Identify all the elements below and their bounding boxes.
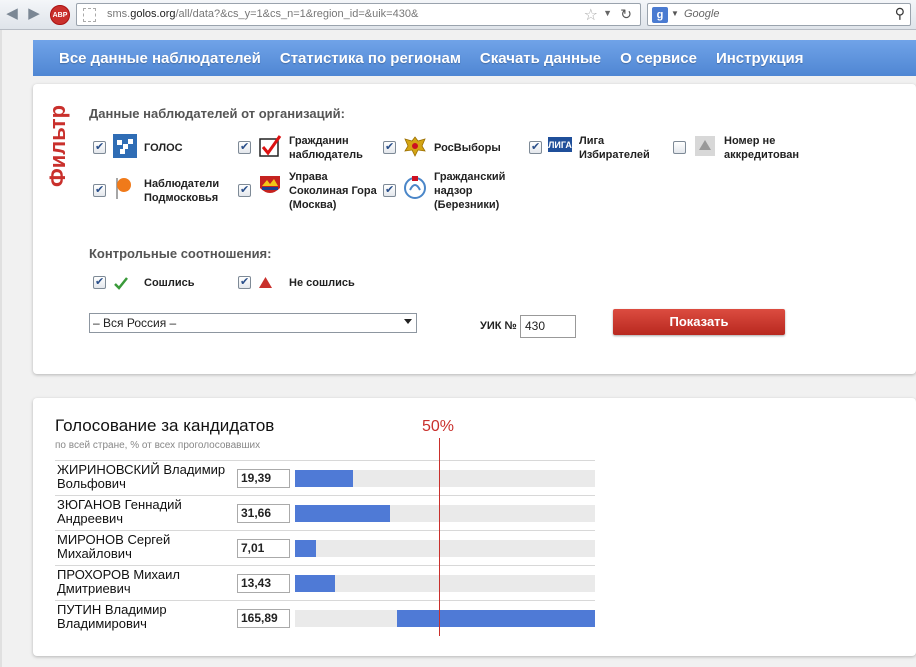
org-label-citizen-observer: Гражданин наблюдатель xyxy=(289,135,363,161)
checkbox-liga[interactable] xyxy=(529,140,542,154)
checkbox-matched[interactable] xyxy=(93,275,106,289)
reload-icon[interactable]: ↻ xyxy=(620,6,632,23)
checkbox-not-matched[interactable] xyxy=(238,275,251,289)
candidate-bar xyxy=(397,610,595,627)
nav-item-about[interactable]: О сервисе xyxy=(620,50,697,67)
nav-item-download[interactable]: Скачать данные xyxy=(480,50,601,67)
candidate-row: ПУТИН Владимир Владимирович 165,89 xyxy=(55,600,595,635)
candidate-bar-track xyxy=(295,610,595,627)
candidate-value: 13,43 xyxy=(237,574,290,593)
region-select-value: – Вся Россия – xyxy=(93,316,177,330)
google-icon[interactable]: g xyxy=(652,7,668,23)
org-label-rosvybory: РосВыборы xyxy=(434,142,501,154)
region-select[interactable]: – Вся Россия – xyxy=(89,313,417,333)
checkbox-civil-oversight[interactable] xyxy=(383,183,396,197)
orgs-section-label: Данные наблюдателей от организаций: xyxy=(89,106,345,121)
forward-arrow-icon[interactable]: ▶ xyxy=(26,6,42,22)
bookmark-star-icon[interactable]: ☆ xyxy=(584,5,598,25)
control-section-label: Контрольные соотношения: xyxy=(89,246,272,261)
checkbox-golos[interactable] xyxy=(93,140,106,154)
candidate-name: ПРОХОРОВ Михаил Дмитриевич xyxy=(57,567,180,596)
search-bar[interactable]: g ▼ Google ⚲ xyxy=(647,3,911,26)
candidate-row: ПРОХОРОВ Михаил Дмитриевич 13,43 xyxy=(55,565,595,600)
sokolinaya-gora-emblem-icon xyxy=(260,176,280,193)
url-text[interactable]: sms.golos.org/all/data?&cs_y=1&cs_n=1&re… xyxy=(107,8,418,20)
rosvybory-eagle-icon xyxy=(404,136,426,157)
checkbox-rosvybory[interactable] xyxy=(383,140,396,154)
control-label-matched: Сошлись xyxy=(144,277,195,289)
search-icon[interactable]: ⚲ xyxy=(895,5,905,22)
not-accredited-icon xyxy=(695,136,715,156)
candidate-value: 165,89 xyxy=(237,609,290,628)
candidate-bar xyxy=(295,505,390,522)
control-label-not-matched: Не сошлись xyxy=(289,277,355,289)
nav-item-region-stats[interactable]: Статистика по регионам xyxy=(280,50,461,67)
checkbox-not-accredited[interactable] xyxy=(673,141,686,154)
search-placeholder[interactable]: Google xyxy=(684,8,719,20)
checkbox-podmoskovie[interactable] xyxy=(93,183,106,197)
url-dropdown-icon[interactable]: ▼ xyxy=(603,8,612,18)
org-label-golos: ГОЛОС xyxy=(144,142,183,154)
uik-label: УИК № xyxy=(480,320,517,332)
results-title: Голосование за кандидатов xyxy=(55,416,275,435)
fifty-percent-line xyxy=(439,438,440,636)
green-check-icon xyxy=(114,277,128,290)
adblock-icon[interactable]: ABP xyxy=(50,5,70,25)
address-bar[interactable]: sms.golos.org/all/data?&cs_y=1&cs_n=1&re… xyxy=(76,3,641,26)
candidate-bar xyxy=(295,540,317,557)
main-nav: Все данные наблюдателей Статистика по ре… xyxy=(33,40,916,76)
liga-logo-icon: ЛИГА xyxy=(548,137,572,152)
candidate-name: МИРОНОВ Сергей Михайлович xyxy=(57,532,171,561)
org-label-sokolinaya-gora: Управа Соколиная Гора (Москва) xyxy=(289,171,377,211)
show-button[interactable]: Показать xyxy=(613,309,785,335)
results-subtitle: по всей стране, % от всех проголосовавши… xyxy=(55,440,261,451)
svg-text:ЛИГА: ЛИГА xyxy=(548,140,572,150)
candidate-row: ЗЮГАНОВ Геннадий Андреевич 31,66 xyxy=(55,495,595,530)
candidate-name: ПУТИН Владимир Владимирович xyxy=(57,602,167,631)
candidate-value: 19,39 xyxy=(237,469,290,488)
candidate-value: 31,66 xyxy=(237,504,290,523)
candidate-row: ЖИРИНОВСКИЙ Владимир Вольфович 19,39 xyxy=(55,460,595,495)
chevron-down-icon xyxy=(404,319,412,324)
candidate-bar-track xyxy=(295,540,595,557)
citizen-observer-logo-icon xyxy=(259,135,282,157)
org-label-liga: Лига Избирателей xyxy=(579,135,650,161)
checkbox-citizen-observer[interactable] xyxy=(238,140,251,154)
page-icon xyxy=(83,8,96,22)
org-label-not-accredited: Номер не аккредитован xyxy=(724,135,800,161)
browser-toolbar: ◀ ▶ ABP sms.golos.org/all/data?&cs_y=1&c… xyxy=(0,0,916,30)
candidate-value: 7,01 xyxy=(237,539,290,558)
candidate-bar-track xyxy=(295,470,595,487)
back-arrow-icon[interactable]: ◀ xyxy=(4,6,20,22)
candidate-bar xyxy=(295,470,354,487)
candidate-bar xyxy=(295,575,336,592)
candidate-name: ЖИРИНОВСКИЙ Владимир Вольфович xyxy=(57,462,226,491)
search-engine-dropdown-icon[interactable]: ▼ xyxy=(671,9,679,18)
nav-item-instructions[interactable]: Инструкция xyxy=(716,50,804,67)
fifty-percent-label: 50% xyxy=(422,418,455,435)
page-left-edge xyxy=(0,0,2,667)
orange-flag-icon xyxy=(116,178,131,199)
org-label-civil-oversight: Гражданский надзор (Березники) xyxy=(434,171,506,211)
golos-logo-icon xyxy=(113,134,137,158)
red-warning-icon xyxy=(259,277,272,288)
org-label-podmoskovie: Наблюдатели Подмосковья xyxy=(144,178,220,204)
uik-input[interactable]: 430 xyxy=(520,315,576,338)
nav-item-all-data[interactable]: Все данные наблюдателей xyxy=(59,50,261,67)
filter-title: Фильтр xyxy=(45,104,70,188)
candidate-bar-track xyxy=(295,575,595,592)
candidate-name: ЗЮГАНОВ Геннадий Андреевич xyxy=(57,497,182,526)
candidate-bar-track xyxy=(295,505,595,522)
candidate-row: МИРОНОВ Сергей Михайлович 7,01 xyxy=(55,530,595,565)
civil-oversight-logo-icon xyxy=(404,176,426,199)
checkbox-sokolinaya-gora[interactable] xyxy=(238,183,251,197)
